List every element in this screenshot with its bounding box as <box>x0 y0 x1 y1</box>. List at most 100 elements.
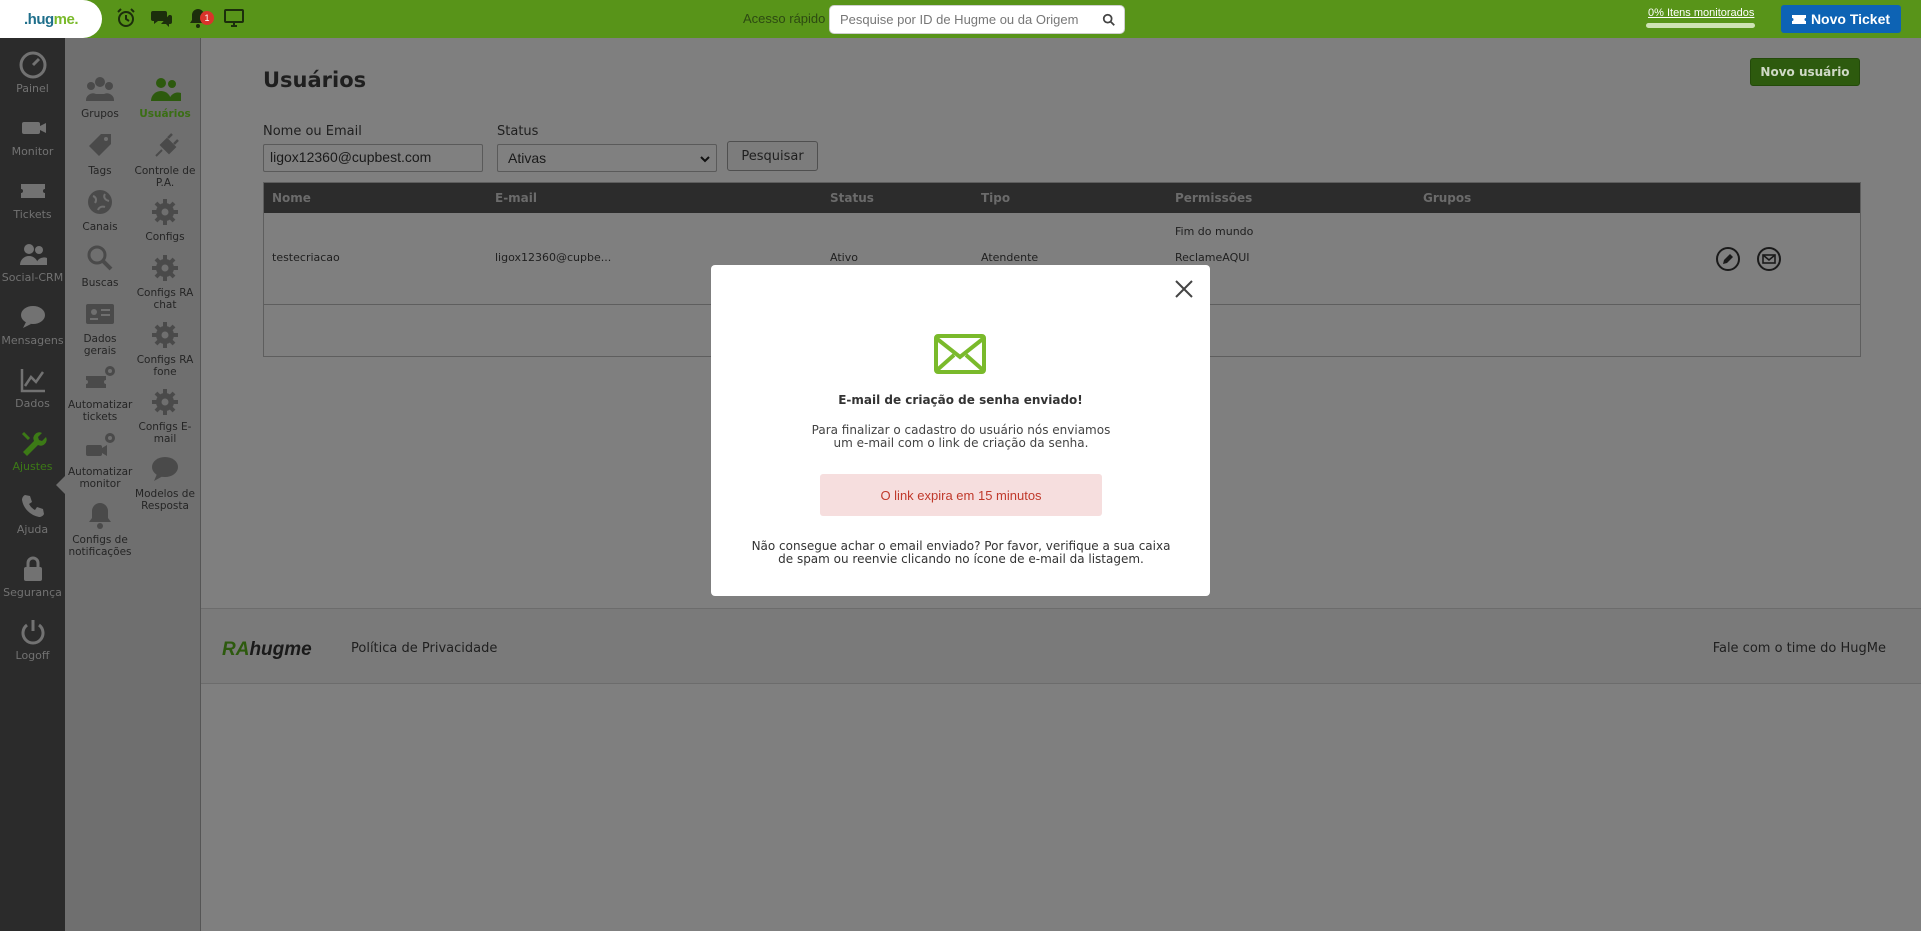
sidebar-label: Logoff <box>15 649 50 662</box>
submenu-label: Buscas <box>81 277 119 289</box>
submenu-label: Controle de P.A. <box>134 165 196 189</box>
filter-status-select[interactable]: Ativas <box>497 144 717 172</box>
submenu-label: Tags <box>88 165 112 177</box>
submenu-label: Configs <box>145 231 185 243</box>
page-title: Usuários <box>263 68 367 92</box>
modal-message: Para finalizar o cadastro do usuário nós… <box>811 423 1111 450</box>
new-ticket-label: Novo Ticket <box>1810 11 1891 27</box>
cell-status: Ativo <box>830 251 858 264</box>
camera-icon <box>21 122 46 134</box>
submenu-configs-ra-fone[interactable]: Configs RA fone <box>133 319 197 378</box>
notification-badge: 1 <box>200 11 214 25</box>
modal-help-text: Não consegue achar o email enviado? Por … <box>751 539 1171 566</box>
submenu-canais[interactable]: Canais <box>68 186 132 233</box>
main-sidebar: Painel Monitor Tickets Social-CRM Mensag… <box>0 38 65 931</box>
gear-icon <box>152 255 178 281</box>
link-expire-notice: O link expira em 15 minutos <box>820 474 1102 516</box>
new-user-button[interactable]: Novo usuário <box>1750 58 1860 86</box>
edit-pencil-icon[interactable] <box>1715 246 1741 272</box>
bell-icon <box>89 503 111 529</box>
close-icon[interactable] <box>1174 279 1194 299</box>
submenu-automatizar-tickets[interactable]: Automatizar tickets <box>68 364 132 423</box>
sidebar-item-seguranca[interactable]: Segurança <box>0 554 65 614</box>
sidebar-label: Dados <box>15 397 50 410</box>
column-header[interactable]: Nome <box>272 191 311 205</box>
sidebar-item-ajuda[interactable]: Ajuda <box>0 491 65 551</box>
column-header[interactable]: Tipo <box>981 191 1010 205</box>
table-header: Nome E-mail Status Tipo Permissões Grupo… <box>264 183 1860 213</box>
group-icon <box>85 77 115 101</box>
chat-icon[interactable] <box>150 6 174 30</box>
search-button[interactable]: Pesquisar <box>727 141 818 171</box>
submenu-buscas[interactable]: Buscas <box>68 242 132 289</box>
magnifier-icon <box>87 245 113 271</box>
chart-icon <box>20 369 45 393</box>
filter-name-label: Nome ou Email <box>263 124 362 139</box>
footer-hugme-logo: RAhugme <box>222 639 312 660</box>
gear-icon <box>152 389 178 415</box>
quick-search-input[interactable] <box>830 6 1090 33</box>
column-header[interactable]: E-mail <box>495 191 537 205</box>
lock-icon <box>23 556 42 581</box>
cell-email: ligox12360@cupbe... <box>495 251 612 264</box>
sidebar-item-painel[interactable]: Painel <box>0 50 65 110</box>
sidebar-item-dados[interactable]: Dados <box>0 365 65 425</box>
top-bar: .hugme. 1 Acesso rápido 0% Itens monitor… <box>0 0 1921 38</box>
submenu-label: Configs E-mail <box>138 421 192 445</box>
top-icons: 1 <box>114 6 246 30</box>
submenu-usuarios[interactable]: Usuários <box>133 73 197 120</box>
sidebar-item-social-crm[interactable]: Social-CRM <box>0 239 65 299</box>
sidebar-item-tickets[interactable]: Tickets <box>0 176 65 236</box>
resend-email-icon[interactable] <box>1756 246 1782 272</box>
camera-gear-icon <box>86 433 115 456</box>
filter-name-input[interactable]: ligox12360@cupbest.com <box>263 144 483 172</box>
speech-bubble-icon <box>152 457 178 481</box>
new-ticket-button[interactable]: Novo Ticket <box>1781 5 1901 33</box>
submenu-configs-email[interactable]: Configs E-mail <box>133 386 197 445</box>
monitored-items-link[interactable]: 0% Itens monitorados <box>1648 7 1754 19</box>
submenu-configs-notificacoes[interactable]: Configs de notificações <box>68 499 132 558</box>
hugme-logo[interactable]: .hugme. <box>0 0 102 38</box>
submenu-label: Configs RA fone <box>136 354 194 378</box>
sidebar-item-logoff[interactable]: Logoff <box>0 617 65 677</box>
alarm-clock-icon[interactable] <box>114 6 138 30</box>
search-icon[interactable] <box>1102 13 1116 27</box>
privacy-policy-link[interactable]: Política de Privacidade <box>351 641 497 656</box>
submenu-configs-ra-chat[interactable]: Configs RA chat <box>133 252 197 311</box>
monitored-progress-bar <box>1646 23 1755 28</box>
submenu-dados-gerais[interactable]: Dados gerais <box>68 298 132 357</box>
submenu-label: Automatizar tickets <box>68 399 133 423</box>
sidebar-item-monitor[interactable]: Monitor <box>0 113 65 173</box>
monitor-icon[interactable] <box>222 6 246 30</box>
submenu-tags[interactable]: Tags <box>68 130 132 177</box>
gear-icon <box>152 199 178 225</box>
ticket-gear-icon <box>86 366 115 388</box>
dashboard-icon <box>19 51 46 79</box>
column-header[interactable]: Grupos <box>1423 191 1471 205</box>
column-header[interactable]: Status <box>830 191 874 205</box>
sidebar-label: Ajuda <box>16 523 49 536</box>
submenu-label: Modelos de Resposta <box>135 488 195 512</box>
column-header[interactable]: Permissões <box>1175 191 1252 205</box>
submenu-grupos[interactable]: Grupos <box>68 73 132 120</box>
tag-icon <box>89 134 111 156</box>
active-indicator <box>56 476 65 494</box>
submenu-controle-pa[interactable]: Controle de P.A. <box>133 130 197 189</box>
wrench-icon <box>21 431 47 456</box>
submenu-configs[interactable]: Configs <box>133 196 197 243</box>
ticket-icon <box>20 184 45 198</box>
submenu-modelos-resposta[interactable]: Modelos de Resposta <box>133 453 197 512</box>
submenu-label: Configs RA chat <box>136 287 194 311</box>
contact-team-link[interactable]: Fale com o time do HugMe <box>1713 641 1886 656</box>
settings-submenu: Grupos Tags Canais Buscas Dados gerais A… <box>65 38 201 931</box>
submenu-label: Configs de notificações <box>68 534 132 558</box>
bell-icon[interactable]: 1 <box>186 6 214 30</box>
envelope-icon <box>934 334 986 374</box>
sidebar-item-mensagens[interactable]: Mensagens <box>0 302 65 362</box>
cell-tipo: Atendente <box>981 251 1039 264</box>
submenu-automatizar-monitor[interactable]: Automatizar monitor <box>68 431 132 490</box>
quick-access-label: Acesso rápido <box>743 11 826 26</box>
sidebar-label: Painel <box>16 82 49 95</box>
modal-title: E-mail de criação de senha enviado! <box>838 393 1083 407</box>
status-select-value: Ativas <box>508 150 547 166</box>
